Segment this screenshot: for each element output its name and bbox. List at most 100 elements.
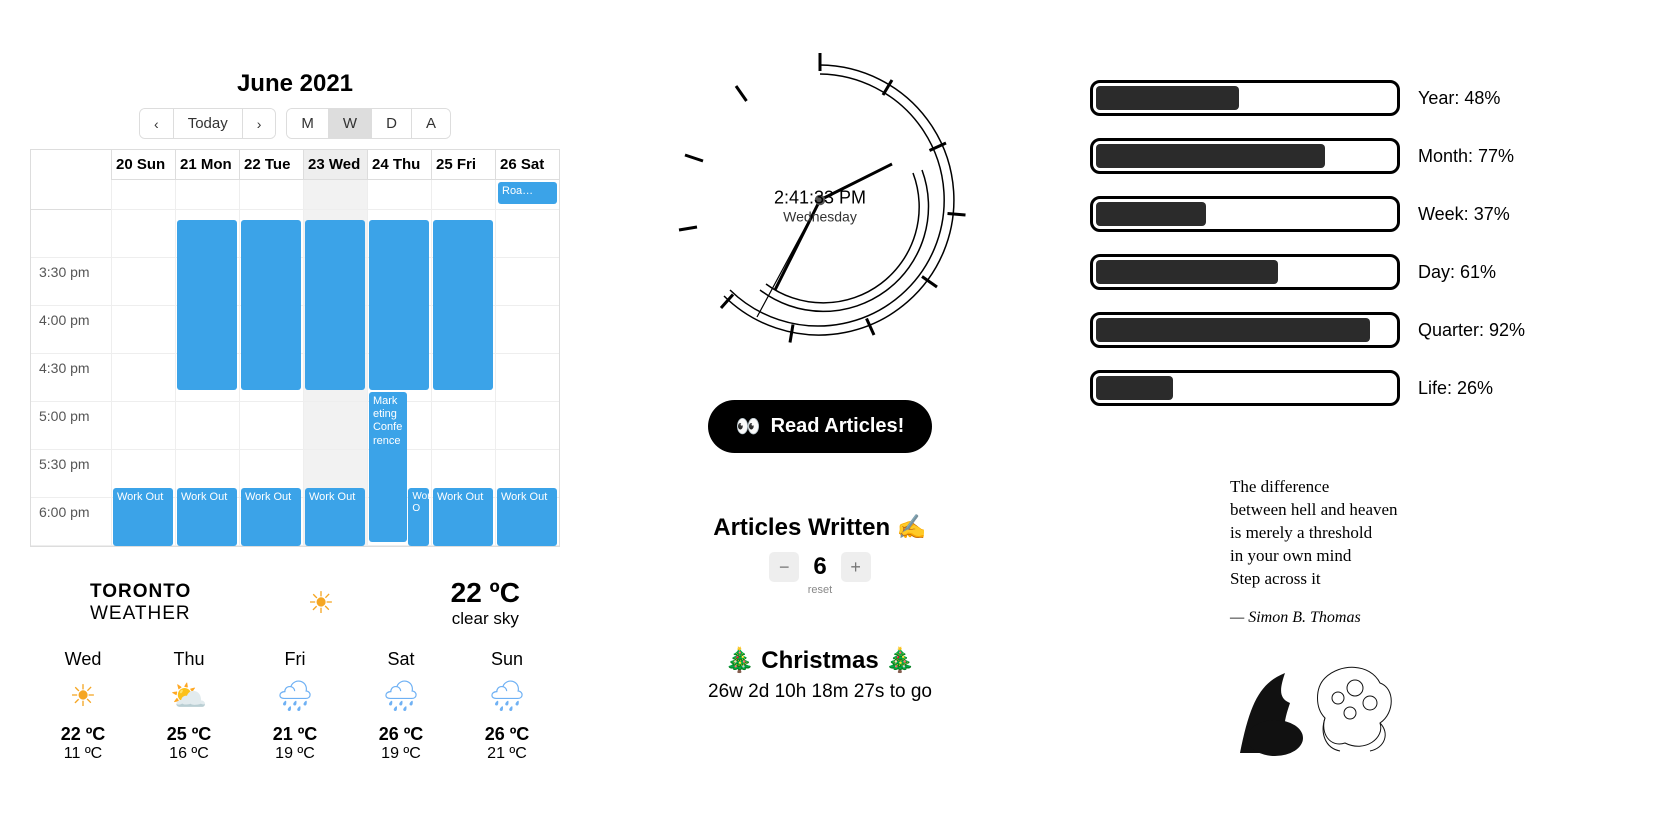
sun-icon: ☀	[30, 676, 136, 716]
progress-bars: Year: 48% Month: 77% Week: 37% Day: 61% …	[1090, 80, 1660, 406]
forecast-high: 26 ºC	[348, 724, 454, 745]
time-label: 5:30 pm	[31, 450, 111, 498]
rain-icon: 🌧	[348, 676, 454, 716]
forecast-day: Fri 🌧 21 ºC 19 ºC	[242, 649, 348, 763]
progress-label: Week: 37%	[1418, 204, 1510, 225]
forecast-low: 16 ºC	[136, 745, 242, 763]
progress-row-day: Day: 61%	[1090, 254, 1660, 290]
calendar-event-block[interactable]	[369, 220, 429, 390]
quote-card: The difference between hell and heaven i…	[1230, 476, 1530, 768]
weather-location: TORONTO WEATHER	[90, 581, 191, 625]
counter-decrement-button[interactable]: −	[769, 552, 799, 582]
calendar-event-workout[interactable]: Work Out	[305, 488, 365, 546]
weather-forecast: Wed ☀ 22 ºC 11 ºC Thu ⛅ 25 ºC 16 ºC Fri …	[30, 649, 560, 763]
time-label: 4:00 pm	[31, 306, 111, 354]
time-label: 3:30 pm	[31, 258, 111, 306]
countdown-title: 🎄 Christmas 🎄	[708, 646, 932, 675]
calendar-event-workout[interactable]: Work Out	[177, 488, 237, 546]
calendar-event-workout[interactable]: Work O	[408, 488, 429, 546]
quote-text: The difference between hell and heaven i…	[1230, 476, 1530, 591]
calendar-day-col[interactable]: 20 Sun	[111, 150, 175, 180]
partly-cloudy-icon: ⛅	[136, 676, 242, 716]
read-articles-label: Read Articles!	[771, 415, 905, 438]
progress-bar	[1090, 80, 1400, 116]
progress-row-life: Life: 26%	[1090, 370, 1660, 406]
forecast-high: 22 ºC	[30, 724, 136, 745]
forecast-day: Sat 🌧 26 ºC 19 ºC	[348, 649, 454, 763]
progress-bar	[1090, 370, 1400, 406]
counter-increment-button[interactable]: +	[841, 552, 871, 582]
progress-row-quarter: Quarter: 92%	[1090, 312, 1660, 348]
calendar-event-marketing[interactable]: Marketing Conference	[369, 392, 407, 542]
calendar-event-workout[interactable]: Work Out	[241, 488, 301, 546]
progress-label: Day: 61%	[1418, 262, 1496, 283]
forecast-low: 19 ºC	[242, 745, 348, 763]
calendar-day-col[interactable]: 22 Tue	[239, 150, 303, 180]
calendar-day-col[interactable]: 24 Thu	[367, 150, 431, 180]
calendar-view-month[interactable]: M	[287, 109, 329, 138]
calendar-view-group: M W D A	[286, 108, 451, 139]
progress-bar	[1090, 312, 1400, 348]
calendar-event-workout[interactable]: Work Out	[497, 488, 557, 546]
calendar-event-block[interactable]	[305, 220, 365, 390]
progress-label: Life: 26%	[1418, 378, 1493, 399]
calendar-event-workout[interactable]: Work Out	[113, 488, 173, 546]
quote-line: in your own mind	[1230, 546, 1351, 565]
calendar-nav-group: ‹ Today ›	[139, 108, 276, 139]
calendar-next-button[interactable]: ›	[243, 109, 276, 138]
calendar-today-button[interactable]: Today	[174, 109, 243, 138]
calendar-event-block[interactable]	[433, 220, 493, 390]
progress-row-week: Week: 37%	[1090, 196, 1660, 232]
calendar-day-header-row: 20 Sun 21 Mon 22 Tue 23 Wed 24 Thu 25 Fr…	[31, 150, 559, 180]
calendar-grid: 20 Sun 21 Mon 22 Tue 23 Wed 24 Thu 25 Fr…	[30, 149, 560, 547]
forecast-low: 11 ºC	[30, 745, 136, 763]
weather-current: 22 ºC clear sky	[451, 577, 520, 629]
calendar-view-week[interactable]: W	[329, 109, 372, 138]
counter-title: Articles Written ✍️	[713, 513, 926, 542]
progress-row-month: Month: 77%	[1090, 138, 1660, 174]
quote-author: — Simon B. Thomas	[1230, 609, 1530, 627]
forecast-day: Wed ☀ 22 ºC 11 ºC	[30, 649, 136, 763]
analog-clock: 2:41:33 PM Wednesday	[670, 50, 970, 350]
weather-city-sub: WEATHER	[90, 603, 191, 625]
calendar-header: June 2021 ‹ Today › M W D A	[30, 70, 560, 149]
calendar-event-workout[interactable]: Work Out	[433, 488, 493, 546]
calendar-day-col[interactable]: 23 Wed	[303, 150, 367, 180]
calendar-title: June 2021	[30, 70, 560, 98]
quote-line: Step across it	[1230, 569, 1321, 588]
calendar-day-col[interactable]: 21 Mon	[175, 150, 239, 180]
calendar-day-col[interactable]: 26 Sat	[495, 150, 559, 180]
progress-label: Month: 77%	[1418, 146, 1514, 167]
counter-reset-link[interactable]: reset	[713, 584, 926, 596]
calendar-event-block[interactable]	[241, 220, 301, 390]
progress-bar	[1090, 138, 1400, 174]
calendar-view-day[interactable]: D	[372, 109, 412, 138]
eyes-icon: 👀	[736, 414, 761, 439]
progress-bar	[1090, 254, 1400, 290]
time-label: 4:30 pm	[31, 354, 111, 402]
time-label: 5:00 pm	[31, 402, 111, 450]
progress-label: Year: 48%	[1418, 88, 1500, 109]
calendar-event-roa[interactable]: Roa…	[498, 182, 557, 204]
calendar-day-col[interactable]: 25 Fri	[431, 150, 495, 180]
weather-widget: TORONTO WEATHER ☀ 22 ºC clear sky Wed ☀ …	[30, 577, 560, 763]
calendar-event-block[interactable]	[177, 220, 237, 390]
forecast-day-label: Sun	[454, 649, 560, 670]
time-label: 6:00 pm	[31, 498, 111, 546]
rain-icon: 🌧	[454, 676, 560, 716]
calendar-allday-row: Roa…	[31, 180, 559, 210]
forecast-day: Sun 🌧 26 ºC 21 ºC	[454, 649, 560, 763]
quote-line: is merely a threshold	[1230, 523, 1372, 542]
forecast-low: 19 ºC	[348, 745, 454, 763]
weather-current-desc: clear sky	[451, 609, 520, 629]
forecast-high: 21 ºC	[242, 724, 348, 745]
calendar-view-agenda[interactable]: A	[412, 109, 450, 138]
quote-illustration	[1230, 643, 1410, 763]
forecast-high: 26 ºC	[454, 724, 560, 745]
read-articles-button[interactable]: 👀 Read Articles!	[708, 400, 933, 453]
calendar-prev-button[interactable]: ‹	[140, 109, 174, 138]
calendar-body: 3:30 pm 4:00 pm 4:30 pm 5:00 pm 5:30 pm …	[31, 210, 559, 546]
forecast-day-label: Fri	[242, 649, 348, 670]
rain-icon: 🌧	[242, 676, 348, 716]
progress-row-year: Year: 48%	[1090, 80, 1660, 116]
